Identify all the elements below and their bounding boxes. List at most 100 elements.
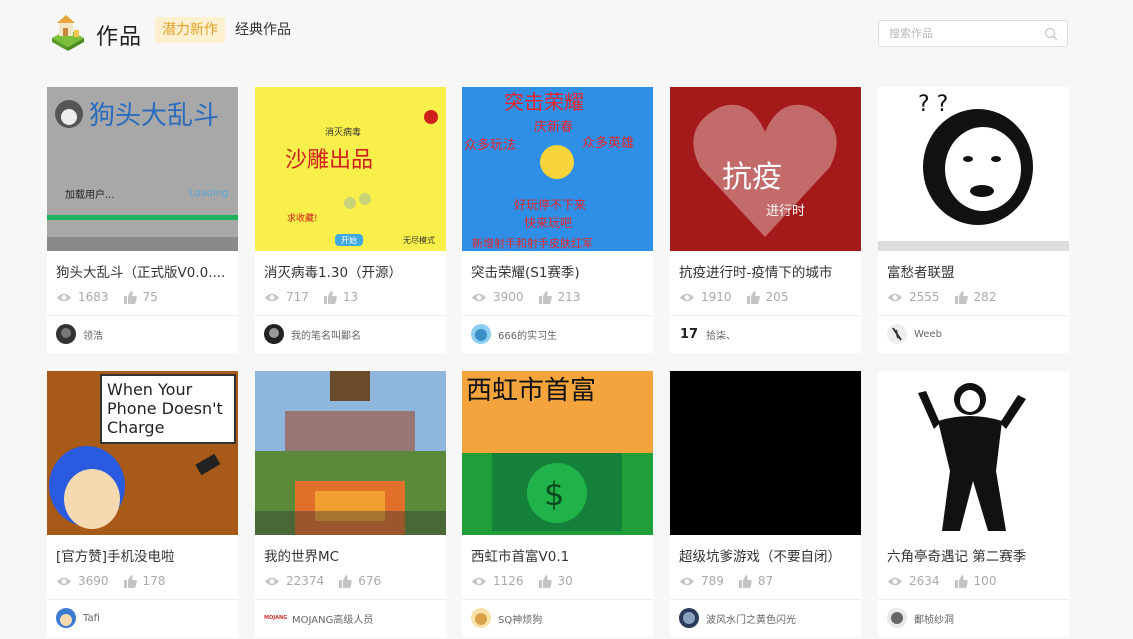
eye-icon — [472, 577, 486, 585]
work-card[interactable]: 我的世界MC 22374 676 MOJANG MOJANG高级人员 — [255, 371, 446, 637]
thumb-loading-en: Loading — [189, 188, 228, 199]
work-title[interactable]: 超级坑爹游戏（不要自闭） — [679, 545, 854, 565]
eye-icon — [888, 293, 902, 301]
author-name[interactable]: MOJANG高级人员 — [292, 611, 373, 626]
work-title[interactable]: 抗疫进行时-疫情下的城市 — [679, 261, 854, 281]
work-thumbnail[interactable]: 消灭病毒 沙雕出品 求收藏! 开始 无尽模式 — [255, 87, 446, 251]
work-stats: 1126 30 — [471, 573, 573, 589]
work-title[interactable]: 富愁者联盟 — [887, 261, 1062, 281]
view-count: 2555 — [909, 290, 940, 304]
work-thumbnail[interactable]: When Your Phone Doesn't Charge — [47, 371, 238, 535]
search-box[interactable] — [878, 20, 1068, 47]
tab-potential-new[interactable]: 潜力新作 — [155, 17, 225, 43]
work-thumbnail[interactable]: 狗头大乱斗 加载用户... Loading — [47, 87, 238, 251]
work-author[interactable]: 领浩 — [56, 324, 103, 344]
avatar[interactable] — [56, 324, 76, 344]
work-author[interactable]: 666的实习生 — [471, 324, 557, 344]
eye-icon — [680, 577, 694, 585]
author-name[interactable]: 波风水门之黄色闪光 — [706, 611, 796, 626]
work-title[interactable]: 狗头大乱斗（正式版V0.0.... — [56, 261, 231, 281]
author-name[interactable]: 我的笔名叫鄙名 — [291, 327, 361, 342]
work-thumbnail[interactable] — [670, 371, 861, 535]
thumb-loading-text: 加载用户... — [65, 188, 115, 201]
header: 作品 潜力新作 经典作品 — [0, 0, 1133, 70]
avatar[interactable] — [887, 324, 907, 344]
thumb-line-3: 众多英雄 — [582, 135, 634, 151]
eye-icon — [57, 293, 71, 301]
work-author[interactable]: MOJANG MOJANG高级人员 — [264, 608, 373, 628]
work-stats: 22374 676 — [264, 573, 381, 589]
work-thumbnail[interactable]: 西虹市首富 $ — [462, 371, 653, 535]
work-stats: 1683 75 — [56, 289, 158, 305]
work-thumbnail[interactable] — [255, 371, 446, 535]
author-name[interactable]: Weeb — [914, 329, 942, 340]
thumb-title: 沙雕出品 — [285, 148, 373, 173]
work-author[interactable]: 我的笔名叫鄙名 — [264, 324, 361, 344]
work-card[interactable]: 突击荣耀 庆新春 众多玩法 众多英雄 好玩停不下来 快来玩吧 新增射手和射手皮肤… — [462, 87, 653, 353]
like-count: 75 — [142, 290, 158, 304]
work-author[interactable]: 波风水门之黄色闪光 — [679, 608, 796, 628]
work-card[interactable]: 西虹市首富 $ 西虹市首富V0.1 1126 30 SQ神烦狗 — [462, 371, 653, 637]
author-name[interactable]: 领浩 — [83, 327, 103, 342]
view-count: 3900 — [493, 290, 524, 304]
card-divider — [878, 315, 1069, 316]
work-thumbnail[interactable]: 抗疫 进行时 — [670, 87, 861, 251]
thumbs-up-icon — [339, 574, 353, 588]
work-author[interactable]: 鄱桢纱洞 — [887, 608, 954, 628]
work-title[interactable]: [官方赞]手机没电啦 — [56, 545, 231, 565]
work-author[interactable]: Tafi — [56, 608, 100, 628]
avatar[interactable] — [264, 324, 284, 344]
avatar[interactable] — [679, 608, 699, 628]
avatar[interactable]: MOJANG — [264, 613, 287, 623]
search-icon[interactable] — [1044, 27, 1058, 41]
work-card[interactable]: 狗头大乱斗 加载用户... Loading 狗头大乱斗（正式版V0.0.... … — [47, 87, 238, 353]
author-name[interactable]: SQ神烦狗 — [498, 611, 542, 626]
like-count: 30 — [557, 574, 573, 588]
card-divider — [255, 315, 446, 316]
work-author[interactable]: 17 拾柒、 — [679, 324, 736, 344]
avatar[interactable] — [56, 608, 76, 628]
view-count: 2634 — [909, 574, 940, 588]
like-count: 205 — [765, 290, 789, 304]
tab-classic[interactable]: 经典作品 — [228, 17, 298, 43]
work-title[interactable]: 六角亭奇遇记 第二赛季 — [887, 545, 1062, 565]
work-title[interactable]: 突击荣耀(S1赛季) — [471, 261, 646, 281]
author-name[interactable]: Tafi — [83, 613, 100, 624]
work-author[interactable]: SQ神烦狗 — [471, 608, 542, 628]
search-input[interactable] — [879, 21, 1039, 46]
thumbs-up-icon — [746, 290, 760, 304]
work-card[interactable]: 六角亭奇遇记 第二赛季 2634 100 鄱桢纱洞 — [878, 371, 1069, 637]
thumb-question-marks: ? ? — [918, 92, 948, 117]
avatar[interactable] — [471, 324, 491, 344]
author-name[interactable]: 666的实习生 — [498, 327, 557, 342]
work-card[interactable]: ? ? 富愁者联盟 2555 282 Weeb — [878, 87, 1069, 353]
work-title[interactable]: 西虹市首富V0.1 — [471, 545, 646, 565]
eye-icon — [472, 293, 486, 301]
work-card[interactable]: 超级坑爹游戏（不要自闭） 789 87 波风水门之黄色闪光 — [670, 371, 861, 637]
card-divider — [670, 315, 861, 316]
work-thumbnail[interactable]: 突击荣耀 庆新春 众多玩法 众多英雄 好玩停不下来 快来玩吧 新增射手和射手皮肤… — [462, 87, 653, 251]
thumb-start-button: 开始 — [341, 235, 357, 245]
avatar[interactable]: 17 — [679, 324, 699, 344]
author-name[interactable]: 鄱桢纱洞 — [914, 611, 954, 626]
work-card[interactable]: When Your Phone Doesn't Charge [官方赞]手机没电… — [47, 371, 238, 637]
work-author[interactable]: Weeb — [887, 324, 942, 344]
author-name[interactable]: 拾柒、 — [706, 327, 736, 342]
work-card[interactable]: 抗疫 进行时 抗疫进行时-疫情下的城市 1910 205 17 拾柒、 — [670, 87, 861, 353]
work-stats: 1910 205 — [679, 289, 788, 305]
work-thumbnail[interactable]: ? ? — [878, 87, 1069, 251]
avatar[interactable] — [471, 608, 491, 628]
site-logo[interactable] — [48, 12, 88, 52]
thumb-subtitle: 进行时 — [766, 204, 805, 219]
work-card[interactable]: 消灭病毒 沙雕出品 求收藏! 开始 无尽模式 消灭病毒1.30（开源） 717 … — [255, 87, 446, 353]
view-count: 22374 — [286, 574, 325, 588]
thumbs-up-icon — [123, 290, 137, 304]
work-title[interactable]: 我的世界MC — [264, 545, 439, 565]
thumb-title: 狗头大乱斗 — [89, 101, 219, 131]
work-title[interactable]: 消灭病毒1.30（开源） — [264, 261, 439, 281]
avatar[interactable] — [887, 608, 907, 628]
view-count: 1683 — [78, 290, 109, 304]
thumb-line-2: 众多玩法 — [464, 137, 516, 153]
thumbs-up-icon — [954, 290, 968, 304]
work-thumbnail[interactable] — [878, 371, 1069, 535]
